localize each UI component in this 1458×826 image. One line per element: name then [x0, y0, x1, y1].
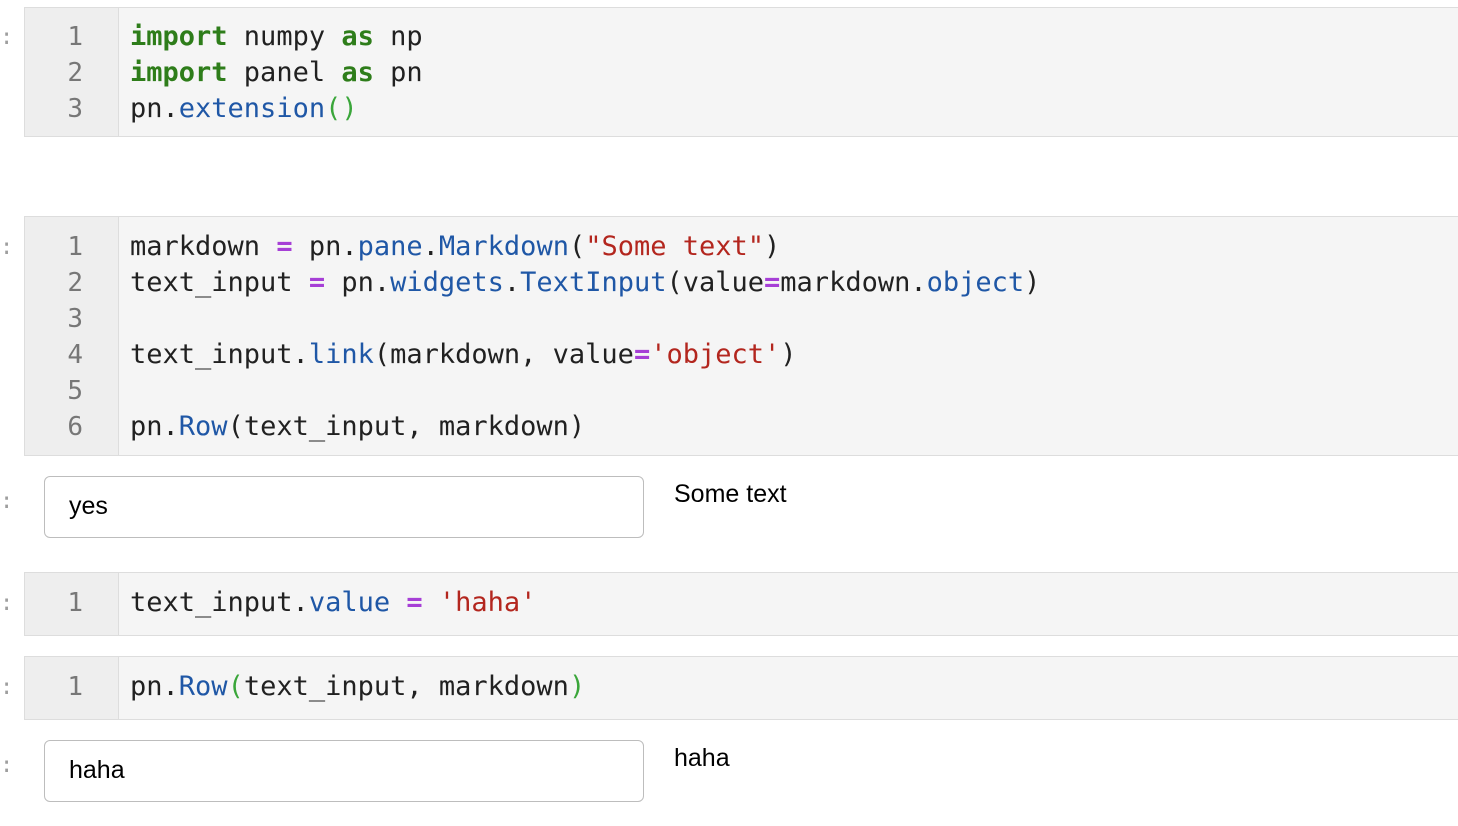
code-token: import — [130, 21, 228, 52]
code-token: (markdown, value — [373, 339, 634, 370]
code-token: markdown. — [780, 267, 927, 298]
code-line: text_input = pn.widgets.TextInput(value=… — [130, 265, 1458, 301]
code-token: pn. — [130, 411, 179, 442]
code-token: widgets — [390, 267, 504, 298]
line-number: 1 — [67, 232, 83, 262]
code-token: . — [422, 231, 439, 262]
code-token: = — [276, 231, 293, 262]
code-line: pn.extension() — [130, 91, 1458, 127]
line-number: 1 — [67, 588, 83, 618]
cell-prompt: : — [0, 25, 14, 50]
code-token: 'haha' — [438, 587, 537, 618]
line-number: 1 — [67, 22, 83, 52]
code-token: pn. — [130, 671, 179, 702]
code-line: text_input.value = 'haha' — [130, 585, 1458, 621]
code-line: pn.Row(text_input, markdown) — [130, 409, 1458, 445]
code-token: as — [341, 21, 374, 52]
code-token: ( — [227, 671, 244, 702]
code-cell-4[interactable]: 1 pn.Row(text_input, markdown) — [24, 656, 1458, 720]
code-token: = — [633, 339, 651, 370]
code-token: np — [373, 21, 423, 52]
code-token: pn. — [325, 267, 391, 298]
code-token: Row — [178, 411, 228, 442]
code-line: markdown = pn.pane.Markdown("Some text") — [130, 229, 1458, 265]
cell-prompt: : — [0, 591, 14, 616]
code-editor[interactable]: markdown = pn.pane.Markdown("Some text")… — [130, 229, 1458, 445]
line-number: 1 — [67, 672, 83, 702]
code-token: link — [308, 339, 374, 370]
code-cell-2[interactable]: 123456 markdown = pn.pane.Markdown("Some… — [24, 216, 1458, 456]
code-token: import — [130, 57, 228, 88]
line-number: 3 — [67, 94, 83, 124]
code-token: text_input. — [130, 339, 309, 370]
code-token: (text_input, markdown) — [227, 411, 586, 442]
code-token: ( — [568, 231, 586, 262]
output-prompt: : — [0, 489, 14, 514]
line-number: 5 — [67, 376, 83, 406]
code-token: "Some text" — [585, 231, 765, 262]
line-number: 3 — [67, 304, 83, 334]
code-token: . — [503, 267, 521, 298]
code-token: object — [926, 267, 1025, 298]
code-cell-1[interactable]: 123 import numpy as np import panel as pn… — [24, 7, 1458, 137]
code-token: Row — [178, 671, 228, 702]
markdown-pane: Some text — [674, 480, 787, 508]
code-line: pn.Row(text_input, markdown) — [130, 669, 1458, 705]
output-prompt: : — [0, 753, 14, 778]
text-input-widget[interactable]: haha — [44, 740, 644, 802]
line-number: 4 — [67, 340, 83, 370]
markdown-pane: haha — [674, 744, 730, 772]
code-token: () — [325, 93, 358, 124]
code-token: pn. — [292, 231, 358, 262]
cell-prompt: : — [0, 235, 14, 260]
code-token: Markdown — [438, 231, 569, 262]
code-token: as — [341, 57, 374, 88]
code-token: = — [764, 267, 781, 298]
code-cell-3[interactable]: 1 text_input.value = 'haha' — [24, 572, 1458, 636]
cell-prompt: : — [0, 675, 14, 700]
code-token: panel — [227, 57, 342, 88]
code-token: ) — [764, 231, 781, 262]
code-token: value — [308, 587, 391, 618]
code-token: 'object' — [650, 339, 781, 370]
code-token: text_input, markdown — [243, 671, 569, 702]
text-input-widget[interactable]: yes — [44, 476, 644, 538]
code-token: ) — [780, 339, 797, 370]
code-editor[interactable]: import numpy as np import panel as pn pn.e… — [130, 19, 1458, 127]
code-token: pn — [373, 57, 423, 88]
code-token: = — [406, 587, 423, 618]
code-line: import numpy as np — [130, 19, 1458, 55]
line-number: 6 — [67, 412, 83, 442]
code-token: markdown — [130, 231, 277, 262]
code-token: ) — [568, 671, 586, 702]
code-token: = — [308, 267, 326, 298]
code-token: extension — [178, 93, 326, 124]
line-number: 2 — [67, 58, 83, 88]
code-token: text_input. — [130, 587, 309, 618]
code-token: pn. — [130, 93, 179, 124]
code-editor[interactable]: text_input.value = 'haha' — [130, 585, 1458, 621]
code-token: pane — [357, 231, 423, 262]
code-line: text_input.link(markdown, value='object'… — [130, 337, 1458, 373]
code-token: text_input — [130, 267, 309, 298]
line-number: 2 — [67, 268, 83, 298]
code-token: ) — [1024, 267, 1041, 298]
code-line: import panel as pn — [130, 55, 1458, 91]
code-token: numpy — [227, 21, 342, 52]
code-token: (value — [666, 267, 765, 298]
code-token: TextInput — [520, 267, 667, 298]
code-editor[interactable]: pn.Row(text_input, markdown) — [130, 669, 1458, 705]
